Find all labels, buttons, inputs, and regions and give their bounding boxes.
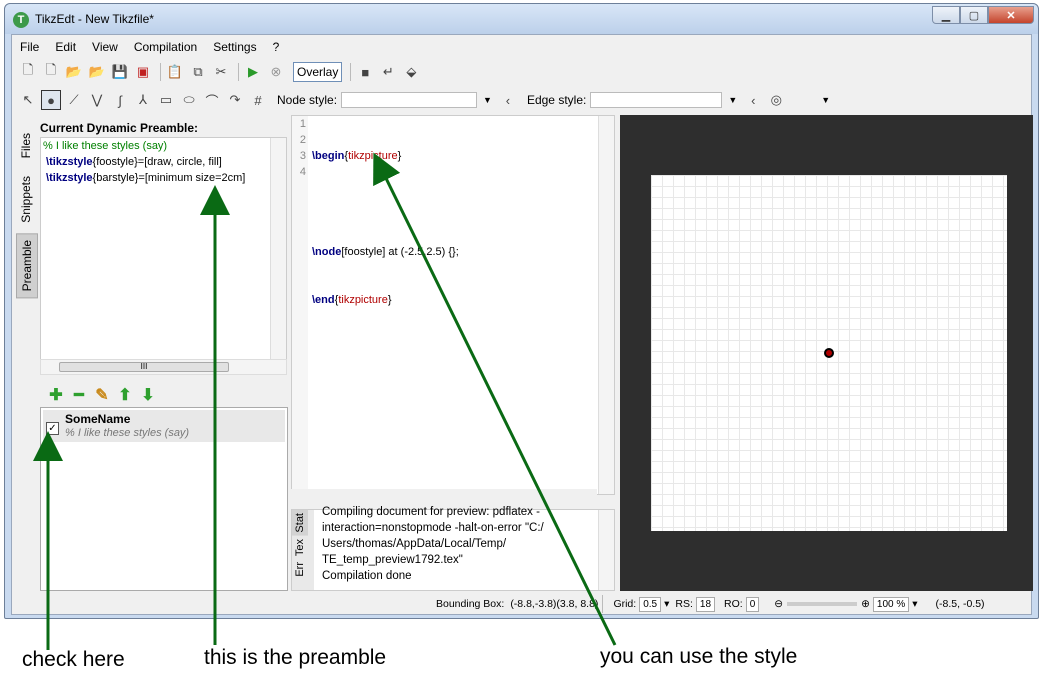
arrow-style: [373, 152, 617, 646]
annotation-style: you can use the style: [600, 645, 798, 668]
annotation-preamble: this is the preamble: [204, 646, 387, 669]
annotation-check: check here: [22, 648, 125, 671]
annotation-arrows: [33, 152, 617, 650]
